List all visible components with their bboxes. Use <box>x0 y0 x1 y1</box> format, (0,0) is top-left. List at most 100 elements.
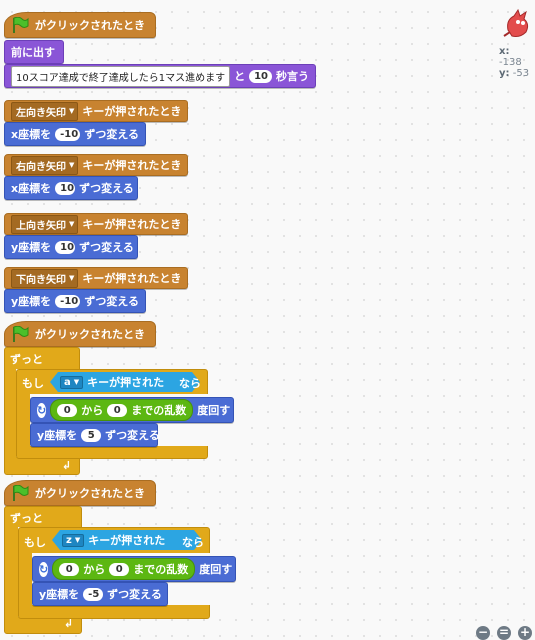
change-suffix: ずつ変える <box>107 588 162 601</box>
dropdown-arrow-icon: ▼ <box>69 274 75 282</box>
move-forward-block[interactable]: 前に出す <box>4 40 64 64</box>
hat-suffix: キーが押されたとき <box>82 105 182 118</box>
when-key-pressed-hat[interactable]: 上向き矢印 ▼ キーが押されたとき <box>4 213 188 235</box>
change-y-block[interactable]: y座標を 5 ずつ変える <box>30 423 160 447</box>
zoom-in-icon[interactable]: + <box>518 626 532 640</box>
coord-label: y座標を <box>37 429 78 442</box>
change-suffix: ずつ変える <box>84 128 139 141</box>
dropdown-arrow-icon: ▼ <box>69 161 75 169</box>
key-dropdown-label: 右向き矢印 <box>16 161 66 173</box>
random-operator[interactable]: 0 から 0 までの乱数 <box>52 558 196 580</box>
when-flag-clicked-hat[interactable]: がクリックされたとき <box>4 12 156 38</box>
when-key-pressed-hat[interactable]: 右向き矢印 ▼ キーが押されたとき <box>4 154 188 176</box>
then-label: なら <box>179 377 201 390</box>
key-select-label: a <box>64 376 71 388</box>
green-flag-icon <box>11 16 29 33</box>
dropdown-arrow-icon: ▼ <box>69 107 75 115</box>
key-dropdown[interactable]: 上向き矢印 ▼ <box>11 214 79 234</box>
key-select[interactable]: z ▼ <box>62 534 84 547</box>
sprite-coordinates: x: -138 y: -53 <box>499 46 535 79</box>
change-suffix: ずつ変える <box>84 295 139 308</box>
random-kara-label: から <box>81 404 104 417</box>
repeat-loop-icon: ↻ <box>39 561 49 577</box>
change-value-input[interactable]: -10 <box>55 127 81 141</box>
zoom-out-icon[interactable]: − <box>476 626 490 640</box>
if-label: もし <box>22 377 44 390</box>
key-pressed-condition[interactable]: z ▼ キーが押された <box>52 530 202 550</box>
dropdown-arrow-icon: ▼ <box>73 378 80 386</box>
change-suffix: ずつ変える <box>105 429 160 442</box>
key-dropdown[interactable]: 下向き矢印 ▼ <box>11 268 79 288</box>
say-text-input[interactable]: 10スコア達成で終了達成したら1マス進めます <box>11 65 231 87</box>
when-key-pressed-hat[interactable]: 下向き矢印 ▼ キーが押されたとき <box>4 267 188 289</box>
forever-label: ずっと <box>10 512 43 525</box>
say-suffix-label: 秒言う <box>276 70 309 83</box>
green-flag-icon <box>11 325 29 342</box>
repeat-block[interactable]: ↻ 0 から 0 までの乱数 度回す <box>30 397 234 423</box>
key-select-label: z <box>66 534 72 546</box>
change-y-block[interactable]: y座標を 10 ずつ変える <box>4 235 138 259</box>
key-dropdown-label: 上向き矢印 <box>16 220 66 232</box>
random-to-input[interactable]: 0 <box>109 562 130 576</box>
random-operator[interactable]: 0 から 0 までの乱数 <box>50 399 194 421</box>
when-flag-clicked-hat[interactable]: がクリックされたとき <box>4 480 156 506</box>
forever-label: ずっと <box>10 353 43 366</box>
hat-suffix: キーが押されたとき <box>82 272 182 285</box>
zoom-reset-icon[interactable]: = <box>497 626 511 640</box>
say-for-secs-block[interactable]: 10スコア達成で終了達成したら1マス進めます と 10 秒言う <box>4 64 316 88</box>
repeat-suffix: 度回す <box>197 404 231 417</box>
dropdown-arrow-icon: ▼ <box>74 536 81 544</box>
hat-label: がクリックされたとき <box>35 19 145 32</box>
change-suffix: ずつ変える <box>79 182 134 195</box>
coord-label: y座標を <box>39 588 80 601</box>
key-select[interactable]: a ▼ <box>60 376 83 389</box>
hat-suffix: キーが押されたとき <box>82 159 182 172</box>
repeat-block[interactable]: ↻ 0 から 0 までの乱数 度回す <box>32 556 236 582</box>
key-dropdown[interactable]: 右向き矢印 ▼ <box>11 155 79 175</box>
when-key-pressed-hat[interactable]: 左向き矢印 ▼ キーが押されたとき <box>4 100 188 122</box>
if-label: もし <box>24 536 46 549</box>
coord-label: x座標を <box>11 182 52 195</box>
change-y-block[interactable]: y座標を -5 ずつ変える <box>32 582 168 606</box>
key-pressed-condition[interactable]: a ▼ キーが押された <box>50 372 200 392</box>
repeat-loop-icon: ↻ <box>37 402 47 418</box>
x-label: x: <box>499 46 510 57</box>
when-flag-clicked-hat[interactable]: がクリックされたとき <box>4 321 156 347</box>
move-forward-label: 前に出す <box>11 46 55 59</box>
key-pressed-label: キーが押された <box>88 534 166 547</box>
sprite-thumbnail-icon <box>500 6 534 40</box>
hat-label: がクリックされたとき <box>35 487 145 500</box>
key-dropdown-label: 下向き矢印 <box>16 274 66 286</box>
random-made-label: までの乱数 <box>133 563 189 576</box>
change-value-input[interactable]: 5 <box>81 428 102 442</box>
coord-label: y座標を <box>11 295 52 308</box>
loop-return-arrow-icon: ↲ <box>62 459 72 472</box>
change-suffix: ずつ変える <box>79 241 134 254</box>
random-made-label: までの乱数 <box>131 404 187 417</box>
change-value-input[interactable]: -10 <box>55 294 81 308</box>
change-value-input[interactable]: 10 <box>55 240 76 254</box>
say-secs-input[interactable]: 10 <box>249 69 272 83</box>
x-value: -138 <box>499 57 522 68</box>
key-dropdown-label: 左向き矢印 <box>16 107 66 119</box>
change-x-block[interactable]: x座標を -10 ずつ変える <box>4 122 146 146</box>
repeat-suffix: 度回す <box>199 563 233 576</box>
random-to-input[interactable]: 0 <box>107 403 128 417</box>
say-and-label: と <box>234 70 246 83</box>
key-pressed-label: キーが押された <box>87 376 165 389</box>
random-from-input[interactable]: 0 <box>57 403 78 417</box>
hat-suffix: キーが押されたとき <box>82 218 182 231</box>
key-dropdown[interactable]: 左向き矢印 ▼ <box>11 101 79 121</box>
y-value: -53 <box>512 68 530 79</box>
green-flag-icon <box>11 484 29 501</box>
coord-label: x座標を <box>11 128 52 141</box>
y-label: y: <box>499 68 510 79</box>
change-value-input[interactable]: -5 <box>83 587 104 601</box>
change-y-block[interactable]: y座標を -10 ずつ変える <box>4 289 146 313</box>
coord-label: y座標を <box>11 241 52 254</box>
change-value-input[interactable]: 10 <box>55 181 76 195</box>
random-from-input[interactable]: 0 <box>59 562 80 576</box>
change-x-block[interactable]: x座標を 10 ずつ変える <box>4 176 138 200</box>
then-label: なら <box>182 536 204 549</box>
dropdown-arrow-icon: ▼ <box>69 220 75 228</box>
